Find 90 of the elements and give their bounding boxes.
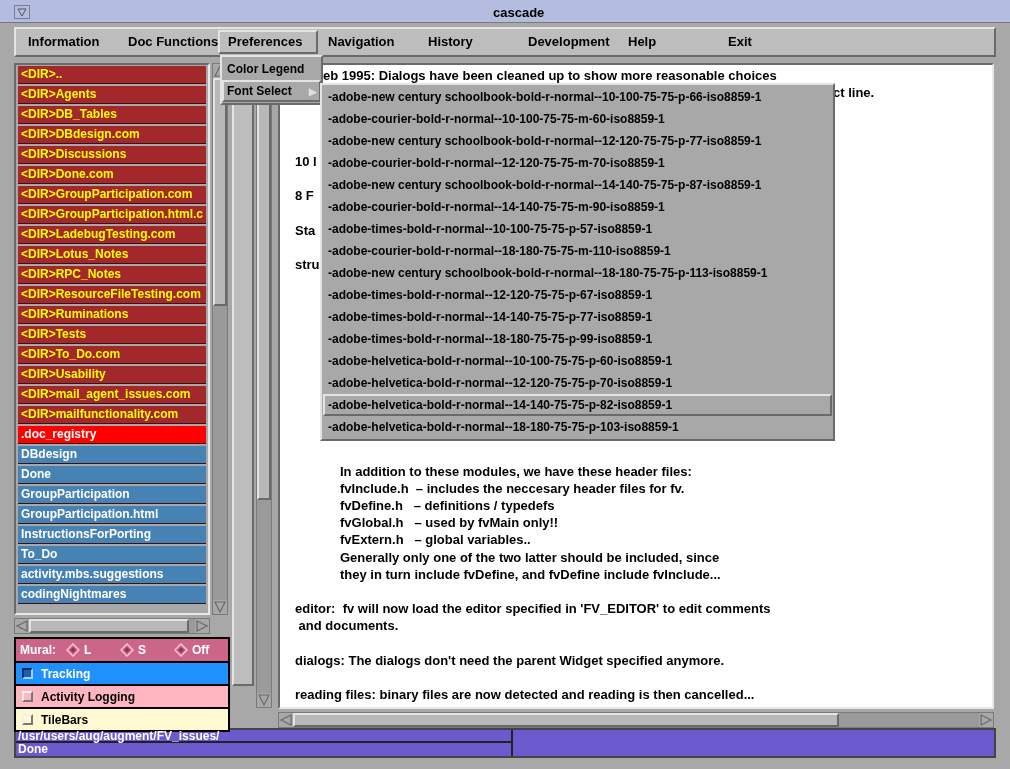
radio-diamond-icon bbox=[66, 643, 80, 657]
file-list-item[interactable]: Done bbox=[18, 466, 206, 484]
scrollbar-thumb[interactable] bbox=[29, 619, 189, 633]
mural-radio[interactable]: S bbox=[120, 641, 168, 659]
checkbox[interactable] bbox=[22, 668, 33, 679]
menu-item[interactable]: Development bbox=[518, 30, 618, 54]
file-list-item[interactable]: <DIR>To_Do.com bbox=[18, 346, 206, 364]
menu-option[interactable]: -adobe-courier-bold-r-normal--12-120-75-75-m-70-iso8859-1 bbox=[323, 152, 832, 174]
menu-option[interactable]: -adobe-courier-bold-r-normal--14-140-75-75-m-90-iso8859-1 bbox=[323, 196, 832, 218]
document-line: dialogs: The dialogs don't need the parent Widget specified anymore. bbox=[295, 651, 725, 669]
window-menu-icon[interactable] bbox=[14, 5, 30, 19]
menu-option[interactable]: -adobe-helvetica-bold-r-normal--18-180-75-75-p-103-iso8859-1 bbox=[323, 416, 832, 438]
menu-option[interactable]: -adobe-new century schoolbook-bold-r-normal--18-180-75-75-p-113-iso8859-1 bbox=[323, 262, 832, 284]
document-line: fvInclude.h – includes the neccesary header files for fv. bbox=[340, 479, 685, 497]
menu-item[interactable]: Help bbox=[618, 30, 718, 54]
file-list-item[interactable]: .doc_registry bbox=[18, 426, 206, 444]
menu-item[interactable]: Information bbox=[18, 30, 118, 54]
document-line: fvExtern.h – global variables.. bbox=[340, 531, 531, 549]
file-list-item[interactable]: <DIR>DB_Tables bbox=[18, 106, 206, 124]
menu-option[interactable]: -adobe-helvetica-bold-r-normal--10-100-75-75-p-60-iso8859-1 bbox=[323, 350, 832, 372]
file-list-item[interactable]: GroupParticipation.html bbox=[18, 506, 206, 524]
file-list-item[interactable]: activity.mbs.suggestions bbox=[18, 566, 206, 584]
file-list-item[interactable]: <DIR>GroupParticipation.html.c bbox=[18, 206, 206, 224]
file-list-item[interactable]: <DIR>ResourceFileTesting.com bbox=[18, 286, 206, 304]
menu-option[interactable]: Font Select ▶ bbox=[222, 80, 321, 102]
file-list-item[interactable]: <DIR>Discussions bbox=[18, 146, 206, 164]
menu-option[interactable]: -adobe-helvetica-bold-r-normal--12-120-75-75-p-70-iso8859-1 bbox=[323, 372, 832, 394]
window-title: cascade bbox=[493, 4, 545, 22]
file-list-item[interactable]: InstructionsForPorting bbox=[18, 526, 206, 544]
document-line: Generally only one of the two latter should be included, since bbox=[340, 548, 720, 566]
file-list-item[interactable]: <DIR>Usability bbox=[18, 366, 206, 384]
file-list-item[interactable]: <DIR>GroupParticipation.com bbox=[18, 186, 206, 204]
file-list-item[interactable]: <DIR>Done.com bbox=[18, 166, 206, 184]
menu-option[interactable]: -adobe-times-bold-r-normal--14-140-75-75-p-77-iso8859-1 bbox=[323, 306, 832, 328]
file-list-item[interactable]: <DIR>Tests bbox=[18, 326, 206, 344]
menu-option[interactable]: -adobe-times-bold-r-normal--12-120-75-75-p-67-iso8859-1 bbox=[323, 284, 832, 306]
scrollbar-thumb[interactable] bbox=[213, 78, 227, 306]
menu-option[interactable]: -adobe-courier-bold-r-normal--18-180-75-75-m-110-iso8859-1 bbox=[323, 240, 832, 262]
file-list-item[interactable]: <DIR>LadebugTesting.com bbox=[18, 226, 206, 244]
option-label: Activity Logging bbox=[41, 688, 135, 706]
vertical-scrollbar[interactable] bbox=[212, 63, 228, 615]
document-line: eb 1995: Dialogs have been cleaned up to show more reasonable choices bbox=[323, 67, 777, 85]
menu-item[interactable]: Doc Functions bbox=[118, 30, 218, 54]
file-list-item[interactable]: <DIR>mailfunctionality.com bbox=[18, 406, 206, 424]
document-line: reading files: binary files are now detected and reading is then cancelled... bbox=[295, 686, 755, 704]
file-list-item[interactable]: <DIR>Lotus_Notes bbox=[18, 246, 206, 264]
document-line: they in turn include fvDefine, and fvDefine include fvInclude... bbox=[340, 565, 721, 583]
document-line: In addition to these modules, we have these header files: bbox=[340, 462, 692, 480]
menu-option[interactable]: -adobe-times-bold-r-normal--10-100-75-75-p-57-iso8859-1 bbox=[323, 218, 832, 240]
menu-option[interactable]: -adobe-new century schoolbook-bold-r-normal--10-100-75-75-p-66-iso8859-1 bbox=[323, 86, 832, 108]
document-line: fvGlobal.h – used by fvMain only!! bbox=[340, 514, 559, 532]
menu-item[interactable]: Preferences bbox=[218, 30, 318, 54]
document-line: editor: fv will now load the editor specified in 'FV_EDITOR' to edit comments bbox=[295, 600, 771, 618]
mural-radio[interactable]: Off bbox=[174, 641, 222, 659]
file-list-item[interactable]: <DIR>Ruminations bbox=[18, 306, 206, 324]
horizontal-scrollbar[interactable] bbox=[278, 712, 994, 728]
menu-option[interactable]: -adobe-helvetica-bold-r-normal--14-140-75-75-p-82-iso8859-1 bbox=[323, 394, 832, 416]
file-list-item[interactable]: DBdesign bbox=[18, 446, 206, 464]
option-label: TileBars bbox=[41, 711, 89, 729]
document-line: stru bbox=[295, 256, 320, 274]
menu-option[interactable]: -adobe-new century schoolbook-bold-r-normal--14-140-75-75-p-87-iso8859-1 bbox=[323, 174, 832, 196]
mural-label: Mural: bbox=[20, 642, 57, 659]
option-label: Tracking bbox=[41, 665, 91, 683]
document-line: 8 F bbox=[295, 187, 314, 205]
file-list-item[interactable]: GroupParticipation bbox=[18, 486, 206, 504]
status-path: /usr/users/aug/augment/FV_issues/ bbox=[16, 730, 511, 743]
radio-diamond-icon bbox=[120, 643, 134, 657]
radio-diamond-icon bbox=[174, 643, 188, 657]
document-line: fvDefine.h – definitions / typedefs bbox=[340, 496, 555, 515]
document-line: 10 l bbox=[295, 153, 317, 171]
file-list-item[interactable]: <DIR>mail_agent_issues.com bbox=[18, 386, 206, 404]
horizontal-scrollbar[interactable] bbox=[14, 618, 210, 634]
menu-item[interactable]: Navigation bbox=[318, 30, 418, 54]
document-line: and documents. bbox=[297, 617, 399, 635]
file-list-item[interactable]: <DIR>DBdesign.com bbox=[18, 126, 206, 144]
menu-option[interactable]: -adobe-courier-bold-r-normal--10-100-75-75-m-60-iso8859-1 bbox=[323, 108, 832, 130]
status-message: Done bbox=[17, 743, 48, 756]
file-list-item[interactable]: codingNightmares bbox=[18, 586, 206, 604]
menu-item[interactable]: History bbox=[418, 30, 518, 54]
menu-option[interactable]: Color Legend bbox=[222, 58, 321, 80]
document-line: Sta bbox=[295, 221, 316, 239]
scrollbar-thumb[interactable] bbox=[293, 713, 839, 727]
menu-option[interactable]: -adobe-new century schoolbook-bold-r-normal--12-120-75-75-p-77-iso8859-1 bbox=[323, 130, 832, 152]
file-list-item[interactable]: <DIR>.. bbox=[18, 66, 206, 84]
file-list-item[interactable]: <DIR>RPC_Notes bbox=[18, 266, 206, 284]
file-list-item[interactable]: To_Do bbox=[18, 546, 206, 564]
menu-item[interactable]: Exit bbox=[718, 30, 818, 54]
mural-radio[interactable]: L bbox=[66, 641, 114, 659]
file-list-item[interactable]: <DIR>Agents bbox=[18, 86, 206, 104]
menu-option[interactable]: -adobe-times-bold-r-normal--18-180-75-75-p-99-iso8859-1 bbox=[323, 328, 832, 350]
